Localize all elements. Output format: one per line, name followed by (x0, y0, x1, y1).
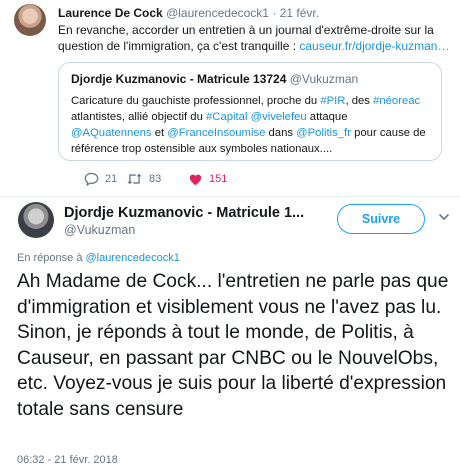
quoted-tweet-text: Caricature du gauchiste professionnel, p… (71, 93, 431, 157)
reply-context: En réponse à @laurencedecock1 (17, 252, 180, 264)
hashtag-capital[interactable]: #Capital (206, 111, 247, 123)
main-author-handle[interactable]: @Vukuzman (64, 223, 135, 237)
quoted-text-part: atlantistes, allié objectif du (71, 111, 207, 123)
main-tweet-text: Ah Madame de Cock... l'entretien ne parl… (17, 271, 449, 420)
tweet-divider (0, 196, 460, 197)
tweet-timestamp[interactable]: 06:32 - 21 févr. 2018 (17, 454, 118, 466)
retweet-count: 83 (149, 173, 162, 185)
follow-button[interactable]: Suivre (337, 204, 425, 234)
reply-handle-link[interactable]: @laurencedecock1 (86, 252, 180, 264)
like-count: 151 (209, 173, 228, 185)
retweet-icon (126, 172, 143, 186)
parent-author-avatar[interactable] (14, 4, 46, 36)
quoted-text-part: attaque (306, 111, 348, 123)
reply-count: 21 (105, 173, 118, 185)
quoted-text-part: et (151, 127, 168, 139)
reply-action[interactable]: 21 (84, 172, 117, 186)
main-author-name[interactable]: Djordje Kuzmanovic - Matricule 1... (64, 205, 304, 221)
quoted-tweet-card[interactable]: Djordje Kuzmanovic - Matricule 13724 @Vu… (58, 62, 442, 161)
parent-tweet-text: En revanche, accorder un entretien à un … (58, 22, 450, 54)
quoted-author-handle: @Vukuzman (289, 72, 359, 86)
hashtag-pir[interactable]: #PIR (320, 95, 345, 107)
tweet-menu-caret[interactable] (437, 210, 451, 224)
header-separator: · (272, 6, 277, 20)
quoted-text-part: Caricature du gauchiste professionnel, p… (71, 95, 321, 107)
parent-author-handle[interactable]: @laurencedecock1 (166, 6, 269, 20)
parent-tweet-link[interactable]: causeur.fr/djordje-kuzman… (299, 39, 449, 53)
mention-vivelefeu[interactable]: @vivelefeu (251, 111, 307, 123)
mention-politis[interactable]: @Politis_fr (296, 127, 351, 139)
heart-icon (188, 172, 203, 186)
parent-author-name[interactable]: Laurence De Cock (58, 6, 163, 20)
main-author-avatar[interactable] (18, 202, 54, 238)
quoted-text-part: , des (345, 95, 374, 107)
reply-icon (84, 172, 99, 186)
quoted-author-name: Djordje Kuzmanovic - Matricule 13724 (71, 72, 287, 86)
mention-aquatennens[interactable]: @AQuatennens (71, 127, 152, 139)
like-action[interactable]: 151 (188, 172, 227, 186)
chevron-down-icon (437, 211, 451, 228)
mention-franceinsoumise[interactable]: @FranceInsoumise (167, 127, 265, 139)
parent-tweet-date[interactable]: 21 févr. (280, 6, 319, 20)
hashtag-neoreac[interactable]: #néoreac (373, 95, 420, 107)
reply-prefix: En réponse à (17, 252, 86, 264)
quoted-tweet-header: Djordje Kuzmanovic - Matricule 13724 @Vu… (71, 72, 358, 86)
quoted-text-part: dans (265, 127, 297, 139)
retweet-action[interactable]: 83 (126, 172, 161, 186)
parent-tweet-header: Laurence De Cock @laurencedecock1 · 21 f… (58, 6, 319, 20)
